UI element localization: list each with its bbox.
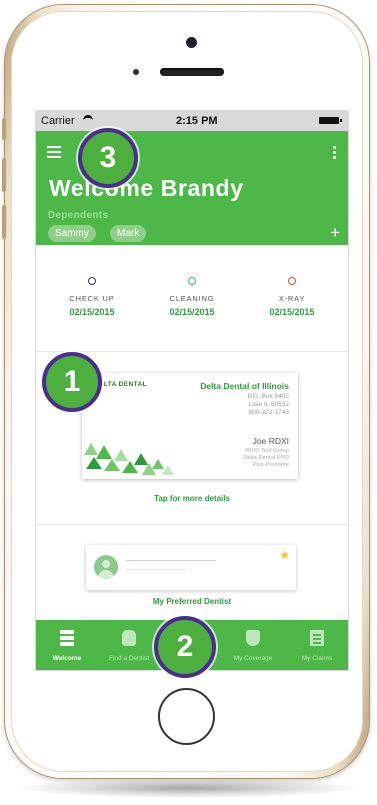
volume-up-button (2, 158, 6, 192)
address-line: Lisle IL 60532 (248, 401, 289, 408)
plan-details: RDXI Test Group Delta Dental PPO Plus Pr… (243, 448, 289, 469)
cleaning-circle-icon (188, 277, 196, 285)
dentist-avatar (94, 555, 118, 579)
plan-line: RDXI Test Group (245, 448, 289, 454)
home-button[interactable] (158, 688, 215, 745)
hamburger-menu-icon[interactable] (47, 146, 61, 158)
card-details-link[interactable]: Tap for more details (36, 494, 348, 503)
checkup-circle-icon (88, 277, 96, 285)
insurer-address: P.O. Box 5402 Lisle IL 60532 800-323-174… (248, 393, 289, 417)
appointment-cleaning[interactable]: CLEANING 02/15/2015 (147, 277, 237, 317)
triangle-pattern-icon (84, 443, 174, 475)
home-lines-icon (60, 630, 74, 646)
appointment-title: CLEANING (169, 294, 215, 303)
plan-line: Delta Dental PPO (243, 455, 289, 461)
wifi-icon (83, 115, 93, 126)
floor-shadow (18, 778, 358, 798)
section-divider (36, 351, 348, 352)
callout-badge-2: 2 (154, 616, 216, 678)
status-bar: Carrier 2:15 PM (36, 111, 348, 131)
appointments-row: CHECK UP 02/15/2015 CLEANING 02/15/2015 … (36, 245, 348, 351)
battery-tip (340, 119, 342, 122)
shield-tooth-icon (246, 630, 260, 646)
front-camera (186, 37, 197, 48)
volume-down-button (2, 205, 6, 239)
more-options-icon[interactable] (333, 146, 336, 160)
plan-line: Plus Premiere (252, 462, 289, 468)
appointment-xray[interactable]: X-RAY 02/15/2015 (247, 277, 337, 317)
carrier-label: Carrier (41, 115, 75, 127)
tab-label: My Claims (301, 655, 333, 662)
star-icon[interactable]: ★ (279, 548, 290, 562)
tab-my-claims[interactable]: My Claims (286, 620, 348, 670)
tab-label: My Coverage (233, 655, 273, 662)
tab-my-coverage[interactable]: My Coverage (222, 620, 284, 670)
callout-badge-1: 1 (42, 352, 102, 412)
insurance-card[interactable]: DELTA DENTAL Delta Dental of Illinois P.… (82, 373, 298, 479)
appointment-title: CHECK UP (69, 294, 115, 303)
xray-circle-icon (288, 277, 296, 285)
status-time: 2:15 PM (176, 115, 218, 127)
proximity-sensor (133, 69, 139, 75)
mute-switch (2, 118, 6, 140)
preferred-dentist-link[interactable]: My Preferred Dentist (36, 597, 348, 606)
callout-badge-3: 3 (78, 128, 138, 188)
preferred-dentist-card[interactable]: ★ (86, 545, 296, 590)
appointment-checkup[interactable]: CHECK UP 02/15/2015 (47, 277, 137, 317)
appointment-date: 02/15/2015 (169, 307, 215, 317)
tab-welcome[interactable]: Welcome (36, 620, 98, 670)
address-line: 800-323-1743 (248, 409, 289, 416)
dentist-info-placeholder (126, 569, 186, 570)
add-dependent-icon[interactable]: + (330, 224, 340, 241)
appointment-date: 02/15/2015 (69, 307, 115, 317)
dependent-chip-sammy[interactable]: Sammy (48, 225, 96, 242)
member-name: Joe RDXI (252, 436, 289, 446)
tab-label: Welcome (52, 655, 82, 662)
dentist-name-placeholder (126, 560, 216, 561)
tooth-search-icon (122, 630, 136, 646)
tab-find-a-dentist[interactable]: Find a Dentist (98, 620, 160, 670)
earpiece-speaker (160, 68, 224, 76)
appointment-date: 02/15/2015 (269, 307, 315, 317)
insurer-name: Delta Dental of Illinois (200, 381, 289, 391)
dependent-chip-mark[interactable]: Mark (110, 225, 147, 242)
address-line: P.O. Box 5402 (247, 393, 289, 400)
battery-icon (319, 117, 339, 124)
document-icon (310, 630, 324, 646)
dependents-label: Dependents (48, 210, 109, 221)
section-divider (36, 524, 348, 525)
tab-label: Find a Dentist (108, 655, 150, 662)
appointment-title: X-RAY (278, 294, 306, 303)
page-title: Welcome Brandy (49, 175, 244, 201)
